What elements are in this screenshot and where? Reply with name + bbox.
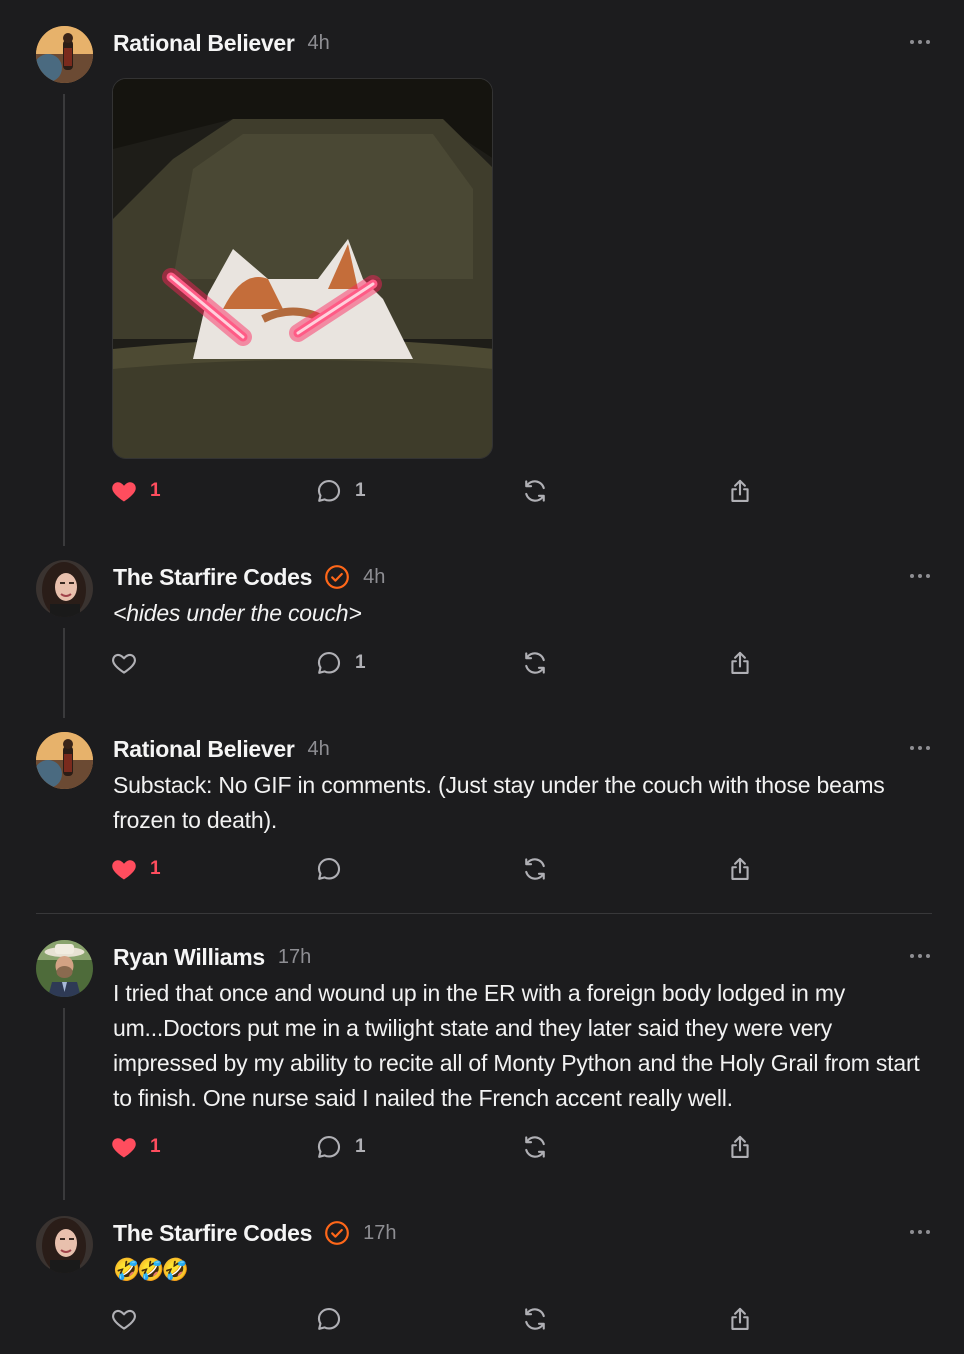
comment-bubble-icon — [315, 649, 343, 677]
share-button[interactable] — [726, 648, 754, 678]
author-name[interactable]: The Starfire Codes — [113, 564, 312, 591]
reply-count: 1 — [355, 480, 366, 501]
comment-header: Rational Believer 4h — [113, 734, 330, 764]
author-name[interactable]: Rational Believer — [113, 736, 295, 763]
comment-text: 🤣🤣🤣 — [113, 1257, 189, 1282]
restack-icon — [521, 477, 549, 505]
comment-header: Rational Believer 4h — [113, 28, 330, 58]
reply-button[interactable] — [315, 1304, 343, 1334]
rational-believer-avatar-image — [36, 26, 93, 83]
timestamp[interactable]: 4h — [363, 566, 385, 589]
heart-outline-icon — [110, 1305, 138, 1333]
restack-button[interactable] — [521, 1132, 549, 1162]
comment-bubble-icon — [315, 855, 343, 883]
reply-button[interactable]: 1 — [315, 1132, 366, 1162]
avatar[interactable] — [36, 560, 93, 617]
restack-button[interactable] — [521, 648, 549, 678]
timestamp[interactable]: 17h — [278, 946, 311, 969]
restack-icon — [521, 855, 549, 883]
share-button[interactable] — [726, 854, 754, 884]
share-icon — [726, 649, 754, 677]
more-options-button[interactable] — [910, 566, 930, 586]
comment-bubble-icon — [315, 1305, 343, 1333]
reply-button[interactable] — [315, 854, 343, 884]
verified-badge-icon — [324, 1220, 350, 1246]
thread-divider — [36, 913, 932, 914]
verified-badge-icon — [324, 564, 350, 590]
comment-text: Substack: No GIF in comments. (Just stay… — [113, 772, 885, 833]
heart-outline-icon — [110, 649, 138, 677]
comment-header: The Starfire Codes 17h — [113, 1218, 396, 1248]
share-button[interactable] — [726, 1304, 754, 1334]
restack-button[interactable] — [521, 854, 549, 884]
action-bar — [110, 1304, 770, 1334]
action-bar: 1 1 — [110, 476, 770, 506]
like-count: 1 — [150, 858, 161, 879]
share-icon — [726, 855, 754, 883]
comment-header: The Starfire Codes 4h — [113, 562, 385, 592]
cat-laser-eyes-gif[interactable] — [112, 78, 493, 459]
avatar[interactable] — [36, 940, 93, 997]
like-button[interactable]: 1 — [110, 854, 161, 884]
comment-bubble-icon — [315, 1133, 343, 1161]
like-button[interactable] — [110, 1304, 138, 1334]
starfire-codes-avatar-image — [36, 1216, 93, 1273]
share-button[interactable] — [726, 1132, 754, 1162]
restack-icon — [521, 649, 549, 677]
comment-text: <hides under the couch> — [113, 600, 362, 626]
reply-button[interactable]: 1 — [315, 476, 366, 506]
like-button[interactable]: 1 — [110, 1132, 161, 1162]
rational-believer-avatar-image — [36, 732, 93, 789]
avatar[interactable] — [36, 26, 93, 83]
comment-bubble-icon — [315, 477, 343, 505]
more-options-button[interactable] — [910, 1222, 930, 1242]
like-count: 1 — [150, 480, 161, 501]
action-bar: 1 1 — [110, 1132, 770, 1162]
timestamp[interactable]: 17h — [363, 1222, 396, 1245]
share-button[interactable] — [726, 476, 754, 506]
thread-line — [63, 1008, 65, 1200]
thread-line — [63, 628, 65, 718]
action-bar: 1 — [110, 648, 770, 678]
avatar[interactable] — [36, 732, 93, 789]
author-name[interactable]: The Starfire Codes — [113, 1220, 312, 1247]
author-name[interactable]: Rational Believer — [113, 30, 295, 57]
avatar[interactable] — [36, 1216, 93, 1273]
timestamp[interactable]: 4h — [308, 32, 330, 55]
share-icon — [726, 1133, 754, 1161]
gif-image — [113, 79, 492, 458]
share-icon — [726, 477, 754, 505]
more-options-button[interactable] — [910, 946, 930, 966]
more-options-button[interactable] — [910, 32, 930, 52]
ryan-williams-avatar-image — [36, 940, 93, 997]
comment-header: Ryan Williams 17h — [113, 942, 311, 972]
reply-button[interactable]: 1 — [315, 648, 366, 678]
share-icon — [726, 1305, 754, 1333]
comment-text: I tried that once and wound up in the ER… — [113, 980, 920, 1111]
restack-icon — [521, 1133, 549, 1161]
action-bar: 1 — [110, 854, 770, 884]
heart-filled-icon — [110, 1133, 138, 1161]
heart-filled-icon — [110, 477, 138, 505]
like-count: 1 — [150, 1136, 161, 1157]
restack-button[interactable] — [521, 476, 549, 506]
thread-line — [63, 94, 65, 546]
restack-icon — [521, 1305, 549, 1333]
heart-filled-icon — [110, 855, 138, 883]
starfire-codes-avatar-image — [36, 560, 93, 617]
restack-button[interactable] — [521, 1304, 549, 1334]
author-name[interactable]: Ryan Williams — [113, 944, 265, 971]
more-options-button[interactable] — [910, 738, 930, 758]
reply-count: 1 — [355, 1136, 366, 1157]
like-button[interactable]: 1 — [110, 476, 161, 506]
like-button[interactable] — [110, 648, 138, 678]
reply-count: 1 — [355, 652, 366, 673]
timestamp[interactable]: 4h — [308, 738, 330, 761]
